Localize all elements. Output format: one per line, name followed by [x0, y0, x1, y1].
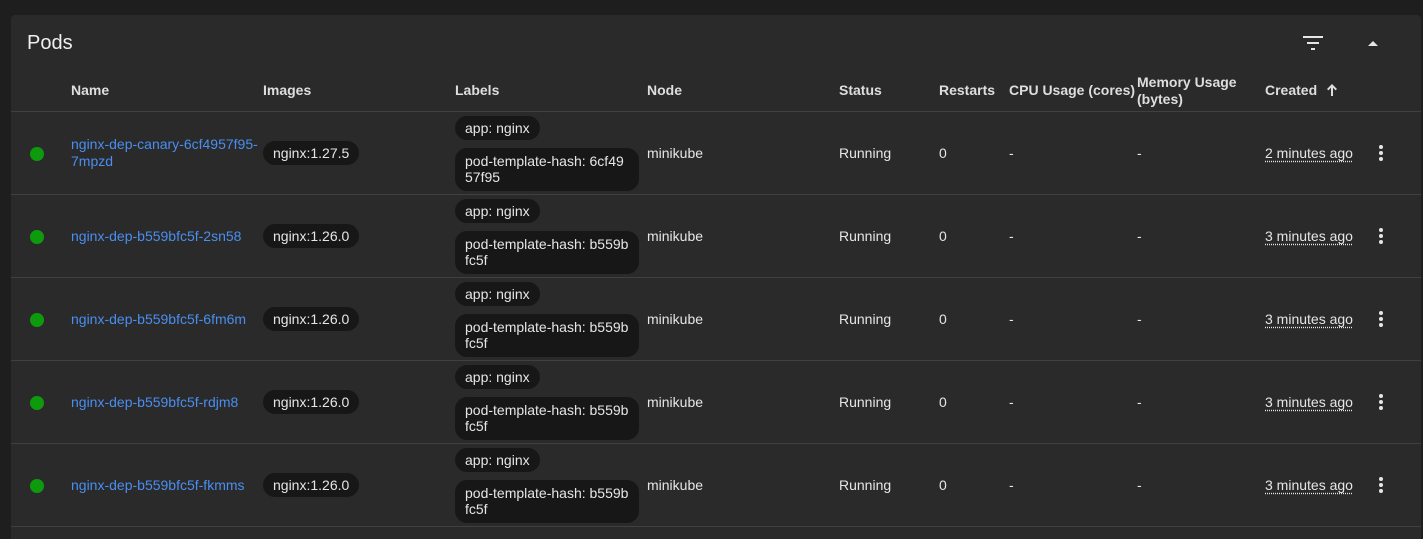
- restarts-cell: 0: [939, 311, 947, 327]
- created-cell: 3 minutes ago: [1265, 228, 1353, 244]
- cpu-cell: -: [1009, 145, 1014, 161]
- more-actions-icon[interactable]: [1367, 138, 1395, 168]
- table-row: nginx-dep-canary-6cf4957f95-7mpzd nginx:…: [11, 112, 1421, 195]
- created-cell: 3 minutes ago: [1265, 394, 1353, 410]
- table-header: Name Images Labels Node Status Restarts …: [11, 69, 1421, 112]
- label-chip-app: app: nginx: [455, 448, 540, 472]
- label-chip-app: app: nginx: [455, 199, 540, 223]
- column-created-label: Created: [1265, 82, 1318, 98]
- image-chip: nginx:1.26.0: [263, 390, 360, 414]
- label-chip-app: app: nginx: [455, 116, 540, 140]
- cpu-cell: -: [1009, 477, 1014, 493]
- column-cpu-usage[interactable]: CPU Usage (cores): [1009, 82, 1135, 99]
- pod-name-link[interactable]: nginx-dep-b559bfc5f-fkmms: [71, 477, 261, 494]
- image-chip: nginx:1.26.0: [263, 473, 360, 497]
- memory-cell: -: [1137, 311, 1142, 327]
- table-row: nginx-dep-b559bfc5f-6fm6m nginx:1.26.0 a…: [11, 278, 1421, 361]
- table-row: nginx-dep-b559bfc5f-fkmms nginx:1.26.0 a…: [11, 444, 1421, 527]
- more-actions-icon[interactable]: [1367, 304, 1395, 334]
- node-cell: minikube: [647, 145, 704, 161]
- node-cell: minikube: [647, 477, 704, 493]
- restarts-cell: 0: [939, 145, 947, 161]
- status-cell: Running: [839, 311, 892, 327]
- column-name[interactable]: Name: [71, 82, 109, 99]
- cpu-cell: -: [1009, 394, 1014, 410]
- label-chip-hash: pod-template-hash: b559bfc5f: [455, 231, 639, 274]
- restarts-cell: 0: [939, 394, 947, 410]
- pod-name-link[interactable]: nginx-dep-b559bfc5f-rdjm8: [71, 394, 261, 411]
- column-created[interactable]: Created: [1265, 82, 1338, 100]
- status-ok-icon: [30, 396, 44, 410]
- status-cell: Running: [839, 394, 892, 410]
- pods-panel: Pods Name Images Labels Node Status Rest…: [11, 15, 1421, 539]
- panel-title: Pods: [27, 32, 73, 54]
- created-cell: 2 minutes ago: [1265, 145, 1353, 161]
- restarts-cell: 0: [939, 228, 947, 244]
- node-cell: minikube: [647, 311, 704, 327]
- label-chip-hash: pod-template-hash: 6cf4957f95: [455, 148, 639, 191]
- table-row: nginx-dep-b559bfc5f-rdjm8 nginx:1.26.0 a…: [11, 361, 1421, 444]
- memory-cell: -: [1137, 394, 1142, 410]
- status-cell: Running: [839, 477, 892, 493]
- label-chip-hash: pod-template-hash: b559bfc5f: [455, 397, 639, 440]
- cpu-cell: -: [1009, 311, 1014, 327]
- column-status[interactable]: Status: [839, 82, 882, 99]
- restarts-cell: 0: [939, 477, 947, 493]
- collapse-up-icon[interactable]: [1353, 23, 1393, 63]
- image-chip: nginx:1.27.5: [263, 141, 360, 165]
- image-chip: nginx:1.26.0: [263, 224, 360, 248]
- status-ok-icon: [30, 313, 44, 327]
- label-chip-hash: pod-template-hash: b559bfc5f: [455, 314, 639, 357]
- table-row: nginx-dep-b559bfc5f-2sn58 nginx:1.26.0 a…: [11, 195, 1421, 278]
- created-cell: 3 minutes ago: [1265, 477, 1353, 493]
- cpu-cell: -: [1009, 228, 1014, 244]
- label-chip-app: app: nginx: [455, 282, 540, 306]
- status-ok-icon: [30, 479, 44, 493]
- image-chip: nginx:1.26.0: [263, 307, 360, 331]
- label-chip-hash: pod-template-hash: b559bfc5f: [455, 480, 639, 523]
- column-memory-usage[interactable]: Memory Usage (bytes): [1137, 74, 1257, 108]
- label-chip-app: app: nginx: [455, 365, 540, 389]
- status-ok-icon: [30, 147, 44, 161]
- status-ok-icon: [30, 230, 44, 244]
- pod-name-link[interactable]: nginx-dep-b559bfc5f-6fm6m: [71, 311, 261, 328]
- column-restarts[interactable]: Restarts: [939, 82, 995, 99]
- column-node[interactable]: Node: [647, 82, 682, 99]
- memory-cell: -: [1137, 477, 1142, 493]
- more-actions-icon[interactable]: [1367, 221, 1395, 251]
- pod-name-link[interactable]: nginx-dep-b559bfc5f-2sn58: [71, 228, 261, 245]
- filter-icon[interactable]: [1293, 23, 1333, 63]
- pod-name-link[interactable]: nginx-dep-canary-6cf4957f95-7mpzd: [71, 136, 261, 170]
- more-actions-icon[interactable]: [1367, 387, 1395, 417]
- node-cell: minikube: [647, 394, 704, 410]
- status-cell: Running: [839, 228, 892, 244]
- column-images[interactable]: Images: [263, 82, 311, 99]
- more-actions-icon[interactable]: [1367, 470, 1395, 500]
- node-cell: minikube: [647, 228, 704, 244]
- column-labels[interactable]: Labels: [455, 82, 499, 99]
- status-cell: Running: [839, 145, 892, 161]
- created-cell: 3 minutes ago: [1265, 311, 1353, 327]
- memory-cell: -: [1137, 228, 1142, 244]
- memory-cell: -: [1137, 145, 1142, 161]
- sort-ascending-icon: [1327, 83, 1338, 100]
